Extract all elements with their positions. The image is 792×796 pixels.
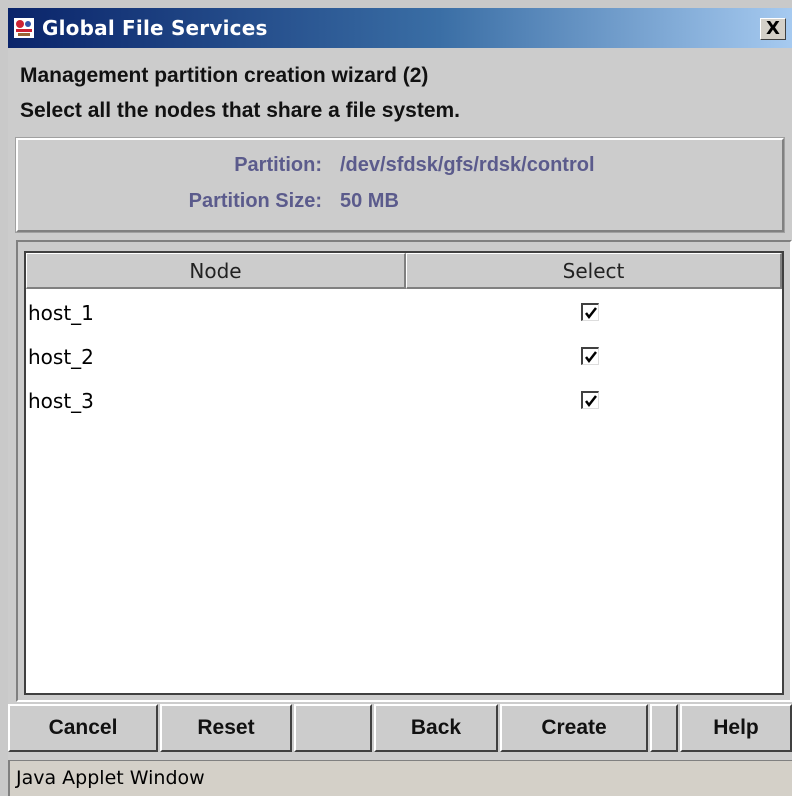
wizard-instruction: Select all the nodes that share a file s… (20, 99, 461, 122)
cancel-button[interactable]: Cancel (8, 704, 158, 752)
checkmark-icon (585, 395, 597, 408)
node-name-cell: host_2 (28, 345, 94, 369)
table-row[interactable]: host_3 (26, 379, 782, 423)
back-button[interactable]: Back (374, 704, 498, 752)
partition-size-label: Partition Size: (188, 190, 322, 212)
column-header-node[interactable]: Node (26, 253, 406, 289)
table-row[interactable]: host_2 (26, 335, 782, 379)
select-checkbox-host-2[interactable] (581, 347, 599, 365)
wizard-heading: Management partition creation wizard (2) (20, 64, 429, 87)
window-title: Global File Services (42, 16, 268, 40)
close-button[interactable]: X (760, 18, 786, 40)
close-icon: X (766, 18, 780, 39)
partition-size-value: 50 MB (340, 190, 399, 212)
button-bar: Cancel Reset Back Create Help (8, 704, 792, 754)
checkmark-icon (585, 351, 597, 364)
title-bar[interactable]: Global File Services X (8, 8, 792, 48)
partition-label: Partition: (234, 154, 322, 176)
button-spacer (294, 704, 372, 752)
table-row[interactable]: host_1 (26, 291, 782, 335)
select-checkbox-host-3[interactable] (581, 391, 599, 409)
reset-button[interactable]: Reset (160, 704, 292, 752)
node-name-cell: host_3 (28, 389, 94, 413)
gfs-app-icon (14, 18, 34, 38)
create-button[interactable]: Create (500, 704, 648, 752)
partition-info-panel: Partition: /dev/sfdsk/gfs/rdsk/control P… (15, 137, 785, 233)
applet-status-bar: Java Applet Window (8, 760, 792, 796)
select-checkbox-host-1[interactable] (581, 303, 599, 321)
button-spacer (650, 704, 678, 752)
node-name-cell: host_1 (28, 301, 94, 325)
node-table[interactable]: Node Select host_1 host_2 host_3 (24, 251, 784, 695)
dialog-window: Global File Services X Management partit… (8, 8, 792, 796)
help-button[interactable]: Help (680, 704, 792, 752)
partition-value: /dev/sfdsk/gfs/rdsk/control (340, 154, 595, 176)
column-header-select[interactable]: Select (406, 253, 782, 289)
checkmark-icon (585, 307, 597, 320)
